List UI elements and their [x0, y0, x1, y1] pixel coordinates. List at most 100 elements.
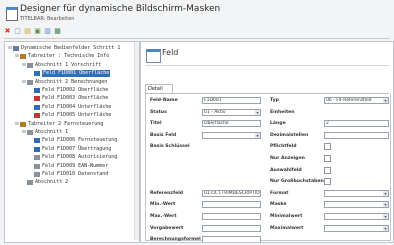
tree-item[interactable]: Feld F1D010 Datenstand: [28, 171, 108, 178]
input-field[interactable]: [202, 213, 261, 220]
help-icon[interactable]: ▦: [54, 28, 61, 35]
tree-item[interactable]: ⊟ Tabreiter : Technische Info: [14, 53, 109, 60]
open-icon[interactable]: ▤: [24, 28, 31, 35]
field-node-icon: [34, 155, 40, 161]
tree-item[interactable]: Feld F1D005 Unterfläche: [28, 112, 111, 119]
print-icon[interactable]: ▥: [44, 28, 51, 35]
tree-item[interactable]: ⊟ Abschnitt 2 Berechnungen: [21, 79, 107, 86]
chevron-down-icon[interactable]: ▾: [255, 109, 260, 115]
input-field[interactable]: [202, 201, 261, 209]
checkbox[interactable]: [324, 178, 331, 186]
select-field[interactable]: ▾: [202, 131, 261, 139]
field-value: 01.OCT.TRIMDESCRIPTION: [204, 190, 261, 196]
tree-item[interactable]: ⊟ Abschnitt 1 Vorschrift: [21, 62, 101, 69]
new-icon[interactable]: ▢: [14, 28, 21, 35]
tree-item[interactable]: Feld F1D001 Oberfläche: [28, 70, 111, 78]
field-label: Max.-Wert: [150, 214, 177, 219]
field-node-icon: [27, 130, 33, 135]
tree-item-label: Feld F1D002 Oberfläche: [42, 87, 109, 93]
tree-item[interactable]: ⊟ Dynamische Bedienfelder Schritt 1: [7, 45, 120, 52]
chevron-down-icon[interactable]: ▾: [383, 202, 388, 208]
select-field[interactable]: ▾: [324, 201, 389, 209]
input-field[interactable]: Oberfläche: [202, 120, 261, 128]
field-node-icon: [34, 146, 40, 152]
select-field[interactable]: 06 - F4-Referenzfeld ▾: [324, 97, 389, 104]
tree-item-label: Feld F1D003 Oberfläche: [42, 95, 109, 102]
tree-item-label: Feld F1D006 Fernsteuerung: [42, 137, 118, 144]
tree-item[interactable]: ⊟ Abschnitt 1: [21, 129, 68, 136]
tree-item-label: Feld F1D004 Unterfläche: [42, 103, 112, 110]
tree-scrollbar[interactable]: [134, 42, 139, 240]
select-field[interactable]: ▾: [324, 224, 389, 232]
field-node-icon: [34, 71, 40, 77]
detail-title: Feld: [162, 48, 179, 57]
save-icon[interactable]: ▣: [34, 28, 41, 35]
tree-item[interactable]: Feld F1D007 Übertragung: [28, 146, 111, 153]
tree-item-label: Feld F1D007 Übertragung: [42, 145, 112, 152]
chevron-down-icon[interactable]: ▾: [383, 190, 388, 196]
input-field[interactable]: [202, 224, 261, 232]
tree-item[interactable]: Feld F1D003 Oberfläche: [28, 95, 108, 102]
select-field[interactable]: ▾: [324, 189, 389, 197]
input-field[interactable]: F1D001: [202, 97, 261, 104]
tree-pane[interactable]: ⊟ Dynamische Bedienfelder Schritt 1 ⊟ Tabre…: [4, 41, 140, 243]
tree-item-label: Feld F1D009 EAN-Nummer: [42, 162, 109, 169]
tree-item-label: Feld F1D010 Datenstand: [42, 171, 109, 177]
detail-form: Feld-Name F1D001 Status 01 - Aktiv ▾ Titel Obe…: [145, 94, 391, 243]
input-field[interactable]: [202, 236, 261, 242]
chevron-down-icon[interactable]: ▾: [383, 214, 388, 219]
tree-item[interactable]: Abschnitt 2: [21, 179, 68, 186]
chevron-down-icon[interactable]: ▾: [255, 132, 260, 138]
field-node-icon: [34, 104, 40, 110]
field-label: Referenzfeld: [150, 190, 184, 196]
checkbox[interactable]: [324, 143, 331, 151]
select-field[interactable]: ▾: [324, 213, 389, 220]
field-node-icon: [34, 172, 40, 177]
field-node-icon: [13, 46, 19, 51]
tree-item[interactable]: ⊟ Tabreiter 2 Fernsteuerung: [14, 121, 103, 128]
tree-item[interactable]: Feld F1D008 Autorisierung: [28, 154, 117, 161]
field-value: F1D001: [204, 98, 222, 103]
field-node-icon: [34, 113, 40, 119]
field-label: Format: [270, 190, 289, 196]
field-label: Länge: [270, 121, 286, 127]
close-icon[interactable]: ✖: [4, 28, 11, 35]
tree-item-label: Feld F1D001 Oberfläche: [42, 70, 111, 78]
tree-item[interactable]: Feld F1D004 Unterfläche: [28, 104, 111, 111]
field-label: Min.-Wert: [150, 202, 176, 208]
field-label: Basis Feld: [150, 132, 177, 138]
tree-item[interactable]: Feld F1D006 Fernsteuerung: [28, 137, 117, 144]
field-label: Vorgabewert: [150, 225, 184, 231]
tree-item[interactable]: Feld F1D002 Oberfläche: [28, 87, 108, 94]
detail-divider: [145, 65, 389, 66]
toolbar: ✖ ▢ ▤ ▣ ▥ ▦: [4, 27, 392, 36]
field-node-icon: [20, 121, 26, 127]
tree-item-label: Tabreiter 2 Fernsteuerung: [28, 120, 104, 127]
field-node-icon: [34, 96, 40, 102]
tree-item-label: Abschnitt 2: [35, 179, 69, 186]
app-title: Designer für dynamische Bildschirm-Maske…: [20, 4, 221, 14]
tab-strip: Detail: [145, 84, 389, 94]
tree-item-label: Feld F1D008 Autorisierung: [42, 154, 118, 161]
chevron-down-icon[interactable]: ▾: [383, 225, 388, 231]
tree-item[interactable]: Feld F1D009 EAN-Nummer: [28, 163, 108, 170]
field-node-icon: [20, 54, 26, 60]
designer-icon: [6, 7, 18, 21]
field-label: Einheiten: [270, 109, 295, 115]
checkbox[interactable]: [324, 166, 331, 174]
checkbox[interactable]: [324, 155, 331, 162]
field-node-icon: [27, 62, 33, 68]
field-label: Berechnungsformel: [150, 237, 201, 243]
field-label: Titel: [150, 121, 162, 127]
field-value: 06 - F4-Referenzfeld: [326, 98, 372, 103]
tree-item-label: Feld F1D005 Unterfläche: [42, 112, 112, 119]
input-field[interactable]: 2: [324, 120, 389, 128]
chevron-down-icon[interactable]: ▾: [383, 98, 388, 103]
input-field[interactable]: 01.OCT.TRIMDESCRIPTION: [202, 189, 261, 197]
detail-pane: Feld Detail Feld-Name F1D001 Status 01 - Ak…: [140, 41, 394, 243]
tab-detail[interactable]: Detail: [145, 84, 173, 93]
field-label: Pflichtfeld: [270, 144, 297, 150]
input-field[interactable]: [324, 131, 389, 139]
select-field[interactable]: 01 - Aktiv ▾: [202, 108, 261, 116]
field-label: Auswahlfeld: [270, 167, 302, 173]
